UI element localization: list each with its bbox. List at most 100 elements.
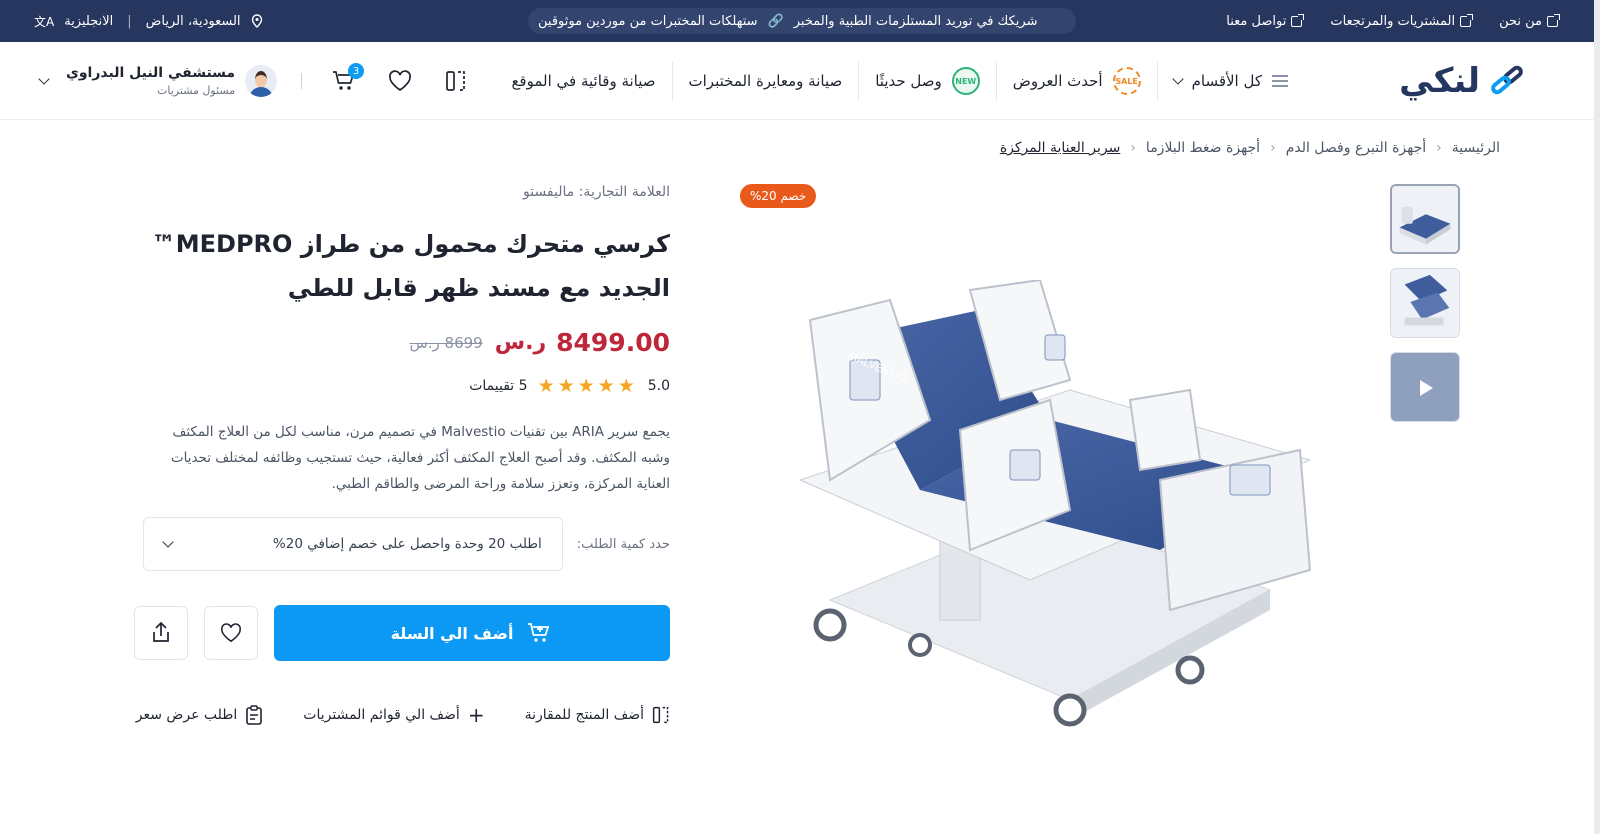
nav-site-maintenance-label: صيانة وقائية في الموقع	[511, 72, 656, 90]
quantity-select[interactable]: اطلب 20 وحدة واحصل على خصم إضافي 20%	[142, 517, 563, 571]
breadcrumb-level2[interactable]: أجهزة ضغط البلازما	[1146, 140, 1260, 156]
nav-site-maintenance[interactable]: صيانة وقائية في الموقع	[495, 61, 671, 101]
wishlist-toggle-button[interactable]	[204, 606, 258, 660]
product-title-line2: الجديد مع مسند ظهر قابل للطي	[287, 274, 670, 302]
discount-badge: خصم 20%	[740, 184, 817, 208]
page: 文A الانجليزية | السعودية، الرياض شريكك ف…	[0, 0, 1600, 834]
breadcrumb-home[interactable]: الرئيسية	[1452, 140, 1500, 156]
link-icon: 🔗	[767, 13, 784, 29]
menu-icon	[1272, 75, 1288, 87]
quantity-selected-value: اطلب 20 وحدة واحصل على خصم إضافي 20%	[272, 536, 542, 552]
announcement-ticker: شريكك في توريد المستلزمات الطبية والمخبر…	[528, 8, 1076, 34]
compare-product-link[interactable]: أضف المنتج للمقارنة	[525, 705, 670, 725]
clipboard-icon	[246, 705, 263, 725]
product-brand[interactable]: العلامة التجارية: ماليفستو	[130, 184, 670, 200]
nav-divider	[1156, 62, 1158, 100]
location-text[interactable]: السعودية، الرياض	[146, 14, 241, 29]
add-to-list-link[interactable]: + أضف الي قوائم المشتريات	[303, 703, 484, 727]
topbar-left: 文A الانجليزية | السعودية، الرياض	[34, 0, 263, 42]
contact-link[interactable]: تواصل معنا	[1226, 13, 1305, 29]
riyal-currency-icon: ر.س	[494, 330, 547, 355]
main-header: لنكي كل الأقسام SALE أحدث العروض NEW وصل…	[0, 42, 1594, 120]
user-role: مسئول مشتريات	[157, 84, 236, 97]
thumbnail-2[interactable]	[1390, 268, 1460, 338]
price-row: 8499.00 ر.س 8699 ر.س	[130, 328, 670, 357]
cart-count-badge: 3	[348, 63, 365, 79]
quantity-row: حدد كمية الطلب: اطلب 20 وحدة واحصل على خ…	[130, 517, 670, 571]
nav-offers[interactable]: SALE أحدث العروض	[997, 61, 1157, 101]
review-count: 5 تقييمات	[469, 378, 528, 394]
quantity-label: حدد كمية الطلب:	[576, 536, 670, 552]
breadcrumb-level1[interactable]: أجهزة التبرع وفصل الدم	[1286, 140, 1426, 156]
bed-thumbnail-image	[1391, 269, 1459, 337]
chevron-down-icon	[1171, 73, 1184, 85]
cart-button[interactable]: 3	[326, 63, 365, 99]
request-quote-label: اطلب عرض سعر	[135, 707, 238, 723]
external-link-icon	[1460, 13, 1474, 27]
secondary-actions: أضف المنتج للمقارنة + أضف الي قوائم المش…	[130, 703, 670, 727]
purchases-label: المشتريات والمرتجعات	[1330, 13, 1456, 29]
nav-offers-label: أحدث العروض	[1012, 72, 1103, 90]
language-switch[interactable]: الانجليزية	[64, 14, 113, 29]
nav-divider	[995, 62, 997, 100]
chevron-down-icon	[162, 536, 174, 548]
chevron-left-icon: ‹	[1436, 140, 1442, 156]
nav-all-categories-label: كل الأقسام	[1191, 72, 1262, 90]
product-info: العلامة التجارية: ماليفستو كرسي متحرك مح…	[130, 184, 670, 727]
breadcrumb-current[interactable]: سرير العناية المركزة	[1000, 140, 1120, 156]
product-image: MALVESTIO	[798, 280, 1312, 727]
heart-icon	[389, 70, 412, 92]
compare-icon	[446, 71, 465, 91]
user-menu[interactable]: مستشفي النيل البدراوي مسئول مشتريات	[38, 65, 278, 97]
video-thumbnail[interactable]	[1390, 352, 1460, 422]
translate-icon[interactable]: 文A	[34, 13, 54, 30]
separator	[301, 73, 303, 89]
play-icon	[1420, 380, 1433, 396]
site-logo[interactable]: لنكي	[1399, 56, 1526, 106]
logo-link-icon	[1488, 63, 1526, 97]
nav-new-arrivals[interactable]: NEW وصل حديثًا	[859, 61, 996, 101]
rating-row[interactable]: 5.0 ★★★★★ 5 تقييمات	[130, 375, 670, 397]
product-description: يجمع سرير ARIA بين تقنيات Malvestio في ت…	[170, 424, 670, 492]
plus-icon: +	[467, 703, 485, 727]
product-title: كرسي متحرك محمول من طراز MEDPRO™ الجديد …	[130, 222, 670, 310]
nav-all-categories[interactable]: كل الأقسام	[1158, 61, 1304, 101]
header-actions: مستشفي النيل البدراوي مسئول مشتريات 3	[38, 42, 474, 120]
share-button[interactable]	[134, 606, 188, 660]
about-link[interactable]: من نحن	[1499, 13, 1560, 29]
request-quote-link[interactable]: اطلب عرض سعر	[136, 705, 264, 725]
heart-icon	[221, 623, 241, 643]
compare-button[interactable]	[438, 63, 474, 99]
nav-new-arrivals-label: وصل حديثًا	[875, 72, 942, 90]
add-to-cart-button[interactable]: أضف الي السلة	[274, 605, 670, 661]
user-name: مستشفي النيل البدراوي	[66, 65, 236, 81]
new-badge-icon: NEW	[951, 67, 980, 95]
thumbnail-1[interactable]	[1390, 184, 1460, 254]
old-price: 8699 ر.س	[409, 333, 483, 352]
star-rating-icons: ★★★★★	[537, 375, 638, 397]
nav-lab-maintenance[interactable]: صيانة ومعايرة المختبرات	[673, 61, 859, 101]
compare-product-label: أضف المنتج للمقارنة	[524, 707, 644, 723]
add-to-list-label: أضف الي قوائم المشتريات	[303, 707, 460, 723]
add-to-cart-label: أضف الي السلة	[390, 623, 514, 643]
share-icon	[153, 622, 169, 642]
product-title-line1: كرسي متحرك محمول من طراز MEDPRO™	[151, 230, 670, 258]
nav-divider	[858, 62, 860, 100]
action-row: أضف الي السلة	[130, 605, 670, 661]
location-pin-icon	[251, 14, 262, 28]
topbar-links: من نحن المشتريات والمرتجعات تواصل معنا	[1226, 0, 1560, 42]
sale-badge-icon: SALE	[1112, 67, 1141, 95]
breadcrumb: الرئيسية ‹ أجهزة التبرع وفصل الدم ‹ أجهز…	[1000, 140, 1500, 156]
chevron-left-icon: ‹	[1130, 140, 1136, 156]
compare-icon	[652, 706, 669, 724]
wishlist-button[interactable]	[382, 63, 418, 99]
purchases-link[interactable]: المشتريات والمرتجعات	[1330, 13, 1474, 29]
nav-divider	[671, 62, 673, 100]
main-nav: كل الأقسام SALE أحدث العروض NEW وصل حديث…	[495, 42, 1304, 120]
chevron-down-icon	[38, 73, 50, 85]
product-price: 8499.00	[556, 328, 670, 357]
top-bar: 文A الانجليزية | السعودية، الرياض شريكك ف…	[0, 0, 1594, 42]
nav-lab-maintenance-label: صيانة ومعايرة المختبرات	[688, 72, 843, 90]
bed-thumbnail-image	[1392, 186, 1458, 252]
rating-value: 5.0	[647, 378, 670, 394]
